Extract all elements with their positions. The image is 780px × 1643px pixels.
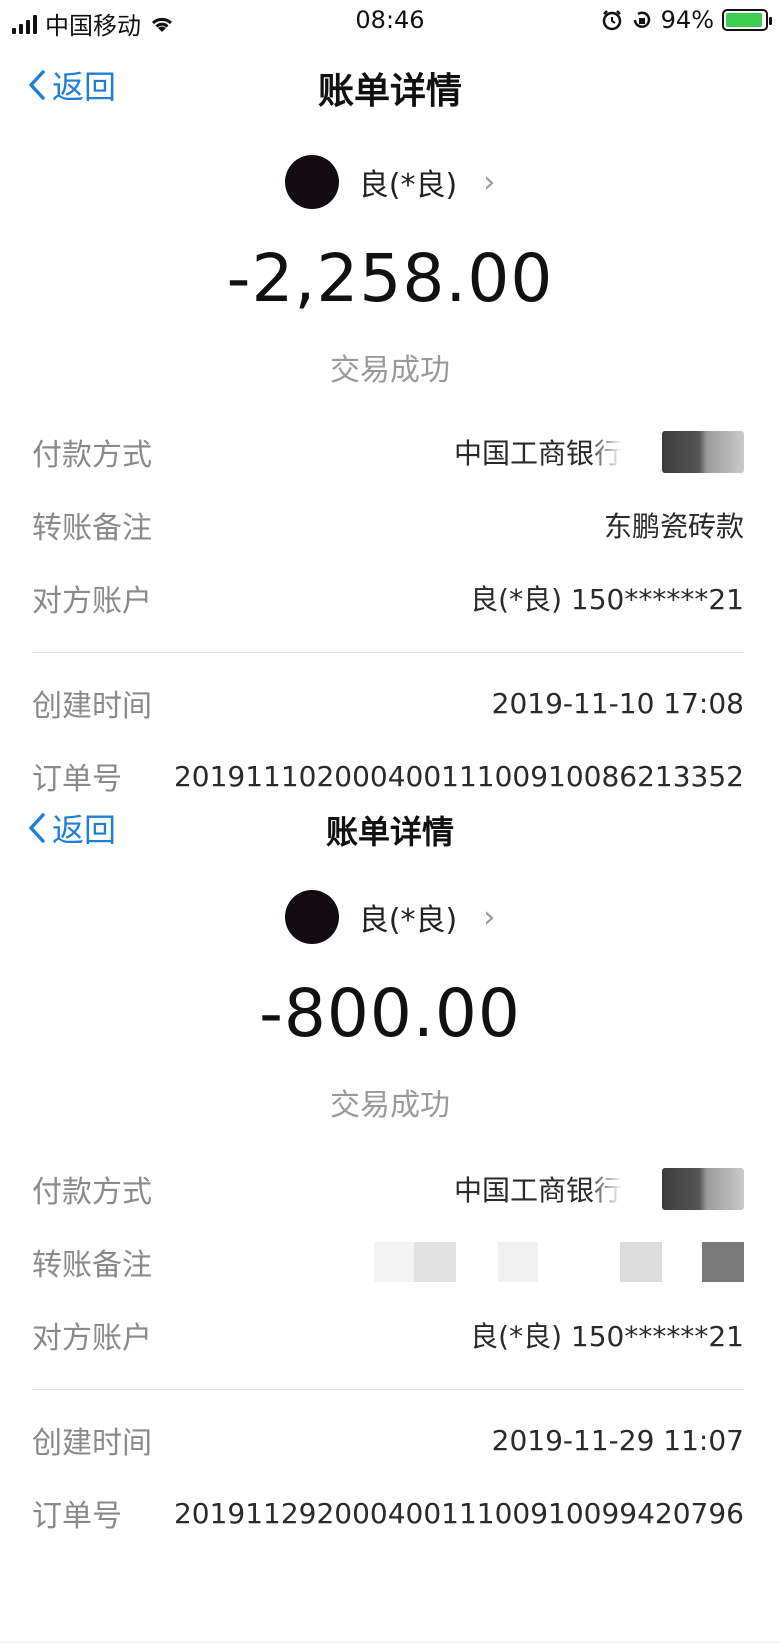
created-time-row: 创建时间 2019-11-10 17:08 xyxy=(32,681,744,725)
divider xyxy=(32,652,744,653)
battery-percent: 94% xyxy=(660,6,714,34)
status-bar: 中国移动 08:46 94% xyxy=(0,0,780,40)
payee-row[interactable]: 良(*良) › xyxy=(0,890,780,944)
order-number-row: 订单号 20191129200040011100910099420796 xyxy=(32,1491,744,1535)
redacted-card-number xyxy=(662,1168,744,1210)
remark-row: 转账备注 东鹏瓷砖款 xyxy=(32,503,744,547)
payment-method-row: 付款方式 中国工商银行 xyxy=(32,430,744,474)
redacted-card-number xyxy=(662,431,744,473)
payment-method-value: 中国工商银行 xyxy=(454,1169,622,1210)
created-time-label: 创建时间 xyxy=(32,689,152,724)
counterparty-label: 对方账户 xyxy=(32,584,152,619)
avatar xyxy=(284,155,339,209)
counterparty-row: 对方账户 良(*良) 150******21 xyxy=(32,1313,744,1357)
amount: -800.00 xyxy=(259,975,521,1052)
payment-method-label: 付款方式 xyxy=(32,1175,152,1210)
rotation-lock-icon xyxy=(633,11,650,28)
chevron-right-icon: › xyxy=(483,899,496,935)
created-time-label: 创建时间 xyxy=(32,1426,152,1461)
remark-value: 东鹏瓷砖款 xyxy=(603,510,744,543)
chevron-right-icon: › xyxy=(483,164,496,200)
remark-row: 转账备注 xyxy=(32,1240,744,1284)
transaction-status: 交易成功 xyxy=(330,353,450,388)
status-right: 94% xyxy=(601,6,772,34)
page-title: 账单详情 xyxy=(325,813,454,851)
avatar xyxy=(284,890,339,944)
order-number-label: 订单号 xyxy=(32,1499,122,1534)
alarm-icon xyxy=(602,10,621,31)
payee-name: 良(*良) xyxy=(358,903,458,938)
counterparty-row: 对方账户 良(*良) 150******21 xyxy=(32,576,744,620)
remark-label: 转账备注 xyxy=(32,1248,152,1283)
payment-method-label: 付款方式 xyxy=(32,438,152,473)
page-title: 账单详情 xyxy=(317,71,462,112)
divider xyxy=(32,1389,744,1390)
bill-detail-2: 返回 账单详情 良(*良) › -800.00 交易成功 付款方式 中国工商银行… xyxy=(0,811,780,1643)
created-time-value: 2019-11-29 11:07 xyxy=(491,1423,744,1457)
counterparty-label: 对方账户 xyxy=(32,1321,152,1356)
redacted-remark xyxy=(374,1242,744,1282)
payment-method-row: 付款方式 中国工商银行 xyxy=(32,1167,744,1211)
transaction-status: 交易成功 xyxy=(330,1088,450,1123)
payee-row[interactable]: 良(*良) › xyxy=(0,155,780,209)
payee-name: 良(*良) xyxy=(358,168,458,203)
order-number-value: 20191110200040011100910086213352 xyxy=(173,759,744,793)
remark-label: 转账备注 xyxy=(32,511,152,546)
amount: -2,258.00 xyxy=(226,240,554,317)
order-number-label: 订单号 xyxy=(32,762,122,797)
counterparty-value: 良(*良) 150******21 xyxy=(470,1320,744,1353)
created-time-row: 创建时间 2019-11-29 11:07 xyxy=(32,1418,744,1462)
battery-charging-icon xyxy=(722,9,772,31)
order-number-row: 订单号 20191110200040011100910086213352 xyxy=(32,754,744,798)
payment-method-value: 中国工商银行 xyxy=(454,432,622,473)
nav-bar: 返回 账单详情 xyxy=(0,40,780,130)
order-number-value: 20191129200040011100910099420796 xyxy=(173,1496,744,1530)
counterparty-value: 良(*良) 150******21 xyxy=(470,583,744,616)
bill-detail-1: 返回 账单详情 良(*良) › -2,258.00 交易成功 付款方式 中国工商… xyxy=(0,40,780,830)
created-time-value: 2019-11-10 17:08 xyxy=(491,686,744,720)
